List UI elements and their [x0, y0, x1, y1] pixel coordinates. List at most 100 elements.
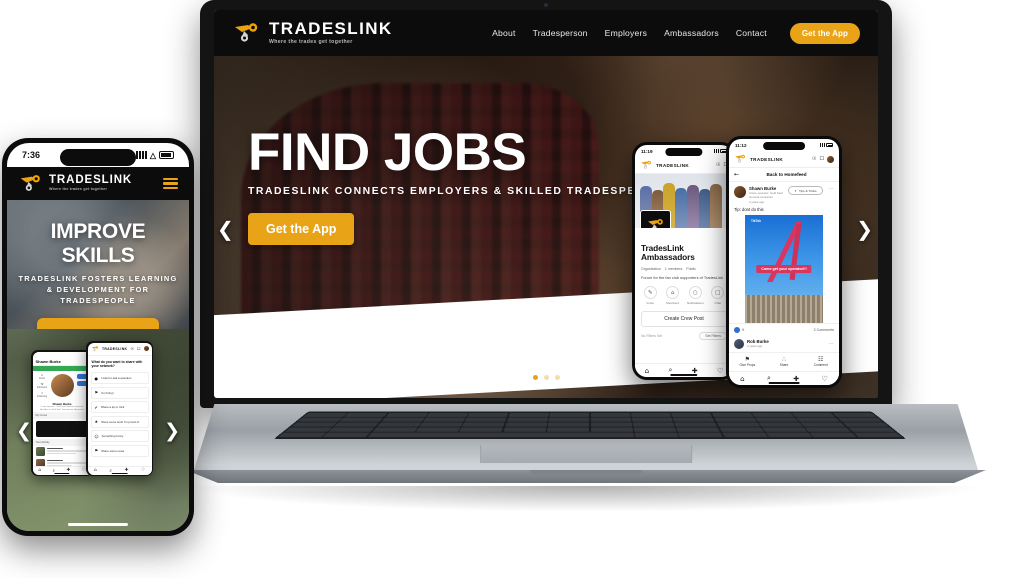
laptop-screen: TRADESLINK Where the trades get together…: [214, 10, 878, 398]
message-icon[interactable]: ☐: [820, 156, 824, 162]
share-option-news[interactable]: ⚑ Share some news: [90, 444, 149, 457]
tradeslink-wrench-icon: [20, 175, 40, 191]
badge-label: Tips & Tricks: [799, 188, 817, 193]
filters-status: No Filters Set: [641, 333, 663, 338]
site-logo[interactable]: TRADESLINK Where the trades get together: [232, 20, 393, 45]
stat-followers: 72 Followers: [36, 383, 49, 389]
phone-notch: [665, 148, 703, 156]
bell-icon[interactable]: ☉: [812, 156, 816, 162]
app-header: TRADESLINK ☉ ☐: [635, 157, 733, 174]
bell-icon[interactable]: ☉: [716, 162, 720, 168]
hero-section: FIND JOBS TRADESLINK CONNECTS EMPLOYERS …: [214, 56, 878, 398]
tab-home-icon[interactable]: ⌂: [94, 468, 97, 473]
back-bar[interactable]: ← Back to Homefeed: [729, 168, 839, 182]
news-icon: ⚑: [94, 448, 99, 454]
hero-next-arrow-icon[interactable]: ❯: [856, 217, 873, 241]
crew-action-members[interactable]: ⌂ Members: [664, 286, 683, 305]
tab-favorites-icon[interactable]: ♡: [141, 468, 145, 473]
crew-action-chat[interactable]: □ Chat: [709, 286, 728, 305]
crew-avatar: [640, 210, 671, 228]
trackpad[interactable]: [480, 444, 692, 464]
nav-link-about[interactable]: About: [492, 28, 515, 38]
bell-icon[interactable]: ☉: [130, 346, 134, 351]
carousel-dot-1[interactable]: [532, 375, 538, 380]
tab-home-icon[interactable]: ⌂: [38, 468, 41, 473]
crew-action-notifications[interactable]: ○ Notifications: [686, 286, 705, 305]
activity-item[interactable]: [33, 446, 92, 458]
hero-prev-arrow-icon[interactable]: ❮: [217, 217, 234, 241]
keyboard-row: [297, 417, 883, 422]
post-caption: Tip: dont do this: [734, 207, 764, 213]
ambassadors-screen: 11:19 TRADESLINK ☉ TradesLink Ambassador…: [635, 145, 733, 377]
share-button[interactable]: ∴ Share: [766, 356, 803, 367]
hero-get-the-app-button[interactable]: Get the App: [248, 213, 355, 246]
comments-count[interactable]: 2 Comments: [814, 328, 834, 332]
crew-body: TradesLink Ambassadors Organization 1 me…: [635, 228, 733, 340]
option-label: I want to ask a question: [101, 376, 132, 381]
app-name: TRADESLINK: [656, 162, 690, 168]
site-navbar: TRADESLINK Where the trades get together…: [214, 10, 878, 56]
carousel-dot-2[interactable]: [543, 375, 549, 380]
post-more-options-icon[interactable]: ⋯: [829, 186, 834, 192]
proud-work-icon: ★: [94, 419, 99, 425]
hero-copy: FIND JOBS TRADESLINK CONNECTS EMPLOYERS …: [248, 126, 670, 246]
back-label: Back to Homefeed: [766, 172, 807, 177]
app-name: TRADESLINK: [101, 346, 128, 351]
brand-name: TRADESLINK: [49, 173, 133, 186]
post-media[interactable]: TikTok Come get your operator!!!: [745, 215, 823, 324]
nav-link-contact[interactable]: Contact: [736, 28, 767, 38]
battery-icon: [826, 143, 833, 147]
crew-meta: Organization 1 members Public: [641, 267, 727, 271]
badge-icon: ✦: [794, 188, 797, 193]
nav-link-employers[interactable]: Employers: [605, 28, 647, 38]
hamburger-menu-icon[interactable]: [163, 177, 178, 190]
tab-favorites-icon[interactable]: ♡: [717, 367, 723, 375]
mobile-hero-section: IMPROVE SKILLS TRADESLINK FOSTERS LEARNI…: [7, 200, 189, 330]
comment-row: Rob Burke 2 years ago ⋯: [729, 336, 839, 352]
laptop-lid: TRADESLINK Where the trades get together…: [200, 0, 892, 408]
give-props-button[interactable]: ⚑ Give Props: [729, 356, 766, 367]
building-graphic: [745, 295, 823, 324]
create-crew-post-button[interactable]: Create Crew Post: [641, 310, 727, 327]
phone-mockup-mobile-site: 7:36 △ TRADESLINK Where the trades get t…: [2, 138, 194, 536]
share-option-question[interactable]: ● I want to ask a question: [90, 372, 149, 385]
tab-home-icon[interactable]: ⌂: [645, 367, 649, 375]
author-avatar[interactable]: [734, 186, 746, 198]
status-time: 11:19: [641, 148, 653, 154]
crew-card[interactable]: [35, 420, 89, 437]
comment-more-options-icon[interactable]: ⋯: [829, 341, 834, 347]
carousel-dot-3[interactable]: [554, 375, 560, 380]
post-actions: ⚑ Give Props ∴ Share ☷ Comment: [729, 352, 839, 370]
post-header: Shawn Burke Crane operator, Gold Seal Ge…: [729, 182, 839, 207]
stat-label: Following: [36, 394, 48, 398]
brand-tagline: Where the trades get together: [269, 39, 353, 46]
site-logo[interactable]: TRADESLINK Where the trades get together: [18, 174, 132, 193]
mobile-hero-copy: IMPROVE SKILLS TRADESLINK FOSTERS LEARNI…: [7, 220, 189, 330]
commenter-avatar[interactable]: [734, 339, 744, 350]
nav-get-the-app-button[interactable]: Get the App: [789, 22, 860, 44]
crew-action-invite[interactable]: ✎ Invite: [641, 286, 660, 305]
mobile-next-arrow-icon[interactable]: ❯: [164, 420, 180, 442]
set-filters-button[interactable]: Set Filters: [699, 331, 727, 340]
avatar[interactable]: [143, 346, 149, 351]
members-icon: ⌂: [666, 286, 680, 300]
share-option-proud-work[interactable]: ★ Show some work I'm proud of: [90, 415, 149, 428]
battery-icon: [159, 151, 174, 159]
mobile-site-screen: 7:36 △ TRADESLINK Where the trades get t…: [7, 143, 189, 531]
tradeslink-wrench-icon: [91, 345, 98, 351]
hiring-icon: ⚑: [94, 390, 99, 396]
comment-button[interactable]: ☷ Comment: [802, 356, 839, 367]
mobile-prev-arrow-icon[interactable]: ❮: [16, 420, 32, 442]
nav-link-ambassadors[interactable]: Ambassadors: [664, 28, 719, 38]
message-icon[interactable]: ☐: [137, 346, 141, 351]
wifi-icon: △: [149, 150, 156, 160]
avatar[interactable]: [827, 155, 834, 163]
signal-icon: [135, 151, 147, 159]
home-indicator: [54, 472, 70, 474]
share-option-funny[interactable]: ☺ Something funny: [90, 430, 149, 443]
share-option-hiring[interactable]: ⚑ I'm hiring!: [90, 386, 149, 399]
share-option-tip[interactable]: ✔ Share a tip or trick: [90, 401, 149, 414]
nav-link-tradesperson[interactable]: Tradesperson: [533, 28, 588, 38]
laptop-front-notch: [530, 470, 642, 475]
funny-icon: ☺: [94, 433, 99, 439]
